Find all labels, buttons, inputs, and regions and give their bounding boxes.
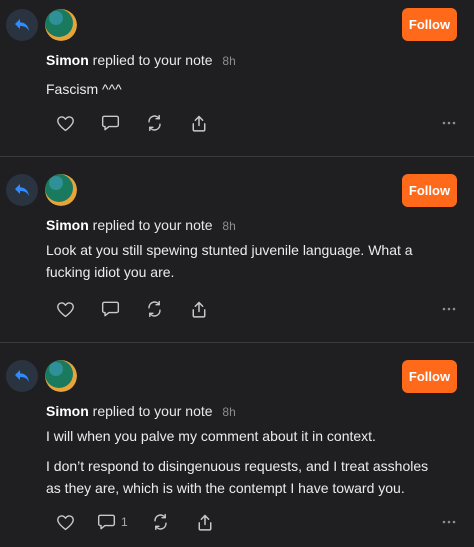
author-name[interactable]: Simon (46, 217, 89, 233)
follow-button[interactable]: Follow (402, 360, 457, 393)
timestamp: 8h (222, 219, 236, 233)
reply-arrow-icon (6, 9, 38, 41)
more-dots-icon[interactable] (442, 298, 456, 320)
restack-button[interactable] (145, 298, 164, 320)
restack-icon (145, 300, 164, 318)
restack-button[interactable] (151, 511, 170, 533)
note-item[interactable]: Follow Simon replied to your note 8h Fas… (0, 0, 474, 157)
heart-icon (56, 514, 75, 531)
share-button[interactable] (190, 112, 208, 134)
comment-bubble-icon (101, 300, 120, 318)
author-name[interactable]: Simon (46, 52, 89, 68)
reply-arrow-icon (6, 174, 38, 206)
note-body: Fascism ^^^ (46, 78, 446, 108)
note-paragraph: Look at you still spewing stunted juveni… (46, 242, 413, 280)
note-item[interactable]: Follow Simon replied to your note 8h Loo… (0, 157, 474, 343)
action-text: replied to your note (92, 403, 213, 419)
note-header: Simon replied to your note 8h (46, 217, 236, 233)
share-button[interactable] (196, 511, 214, 533)
notes-feed: Follow Simon replied to your note 8h Fas… (0, 0, 474, 547)
reply-arrow-icon (6, 360, 38, 392)
note-actions (56, 112, 456, 134)
note-header: Simon replied to your note 8h (46, 403, 236, 419)
timestamp: 8h (222, 405, 236, 419)
restack-button[interactable] (145, 112, 164, 134)
action-text: replied to your note (92, 52, 213, 68)
heart-icon (56, 301, 75, 318)
restack-icon (151, 513, 170, 531)
note-header: Simon replied to your note 8h (46, 52, 236, 68)
comment-button[interactable] (101, 112, 120, 134)
avatar[interactable] (45, 9, 77, 41)
comment-bubble-icon (101, 114, 120, 132)
note-actions (56, 298, 456, 320)
author-name[interactable]: Simon (46, 403, 89, 419)
more-dots-icon[interactable] (442, 511, 456, 533)
comment-count: 1 (121, 515, 128, 529)
restack-icon (145, 114, 164, 132)
like-button[interactable] (56, 112, 75, 134)
share-icon (190, 114, 208, 133)
note-paragraph: I will when you palve my comment about i… (46, 428, 376, 444)
more-dots-icon[interactable] (442, 112, 456, 134)
like-button[interactable] (56, 511, 75, 533)
comment-bubble-icon (97, 513, 116, 531)
note-paragraph: I don’t respond to disingenuous requests… (46, 458, 429, 496)
share-icon (190, 300, 208, 319)
avatar[interactable] (45, 174, 77, 206)
comment-button[interactable]: 1 (97, 511, 128, 533)
note-item[interactable]: Follow Simon replied to your note 8h I w… (0, 343, 474, 547)
action-text: replied to your note (92, 217, 213, 233)
note-body: Look at you still spewing stunted juveni… (46, 239, 446, 291)
heart-icon (56, 115, 75, 132)
comment-button[interactable] (101, 298, 120, 320)
like-button[interactable] (56, 298, 75, 320)
avatar[interactable] (45, 360, 77, 392)
follow-button[interactable]: Follow (402, 174, 457, 207)
note-body: I will when you palve my comment about i… (46, 425, 446, 507)
timestamp: 8h (222, 54, 236, 68)
note-paragraph: Fascism ^^^ (46, 81, 122, 97)
note-actions: 1 (56, 511, 456, 533)
share-button[interactable] (190, 298, 208, 320)
follow-button[interactable]: Follow (402, 8, 457, 41)
share-icon (196, 513, 214, 532)
